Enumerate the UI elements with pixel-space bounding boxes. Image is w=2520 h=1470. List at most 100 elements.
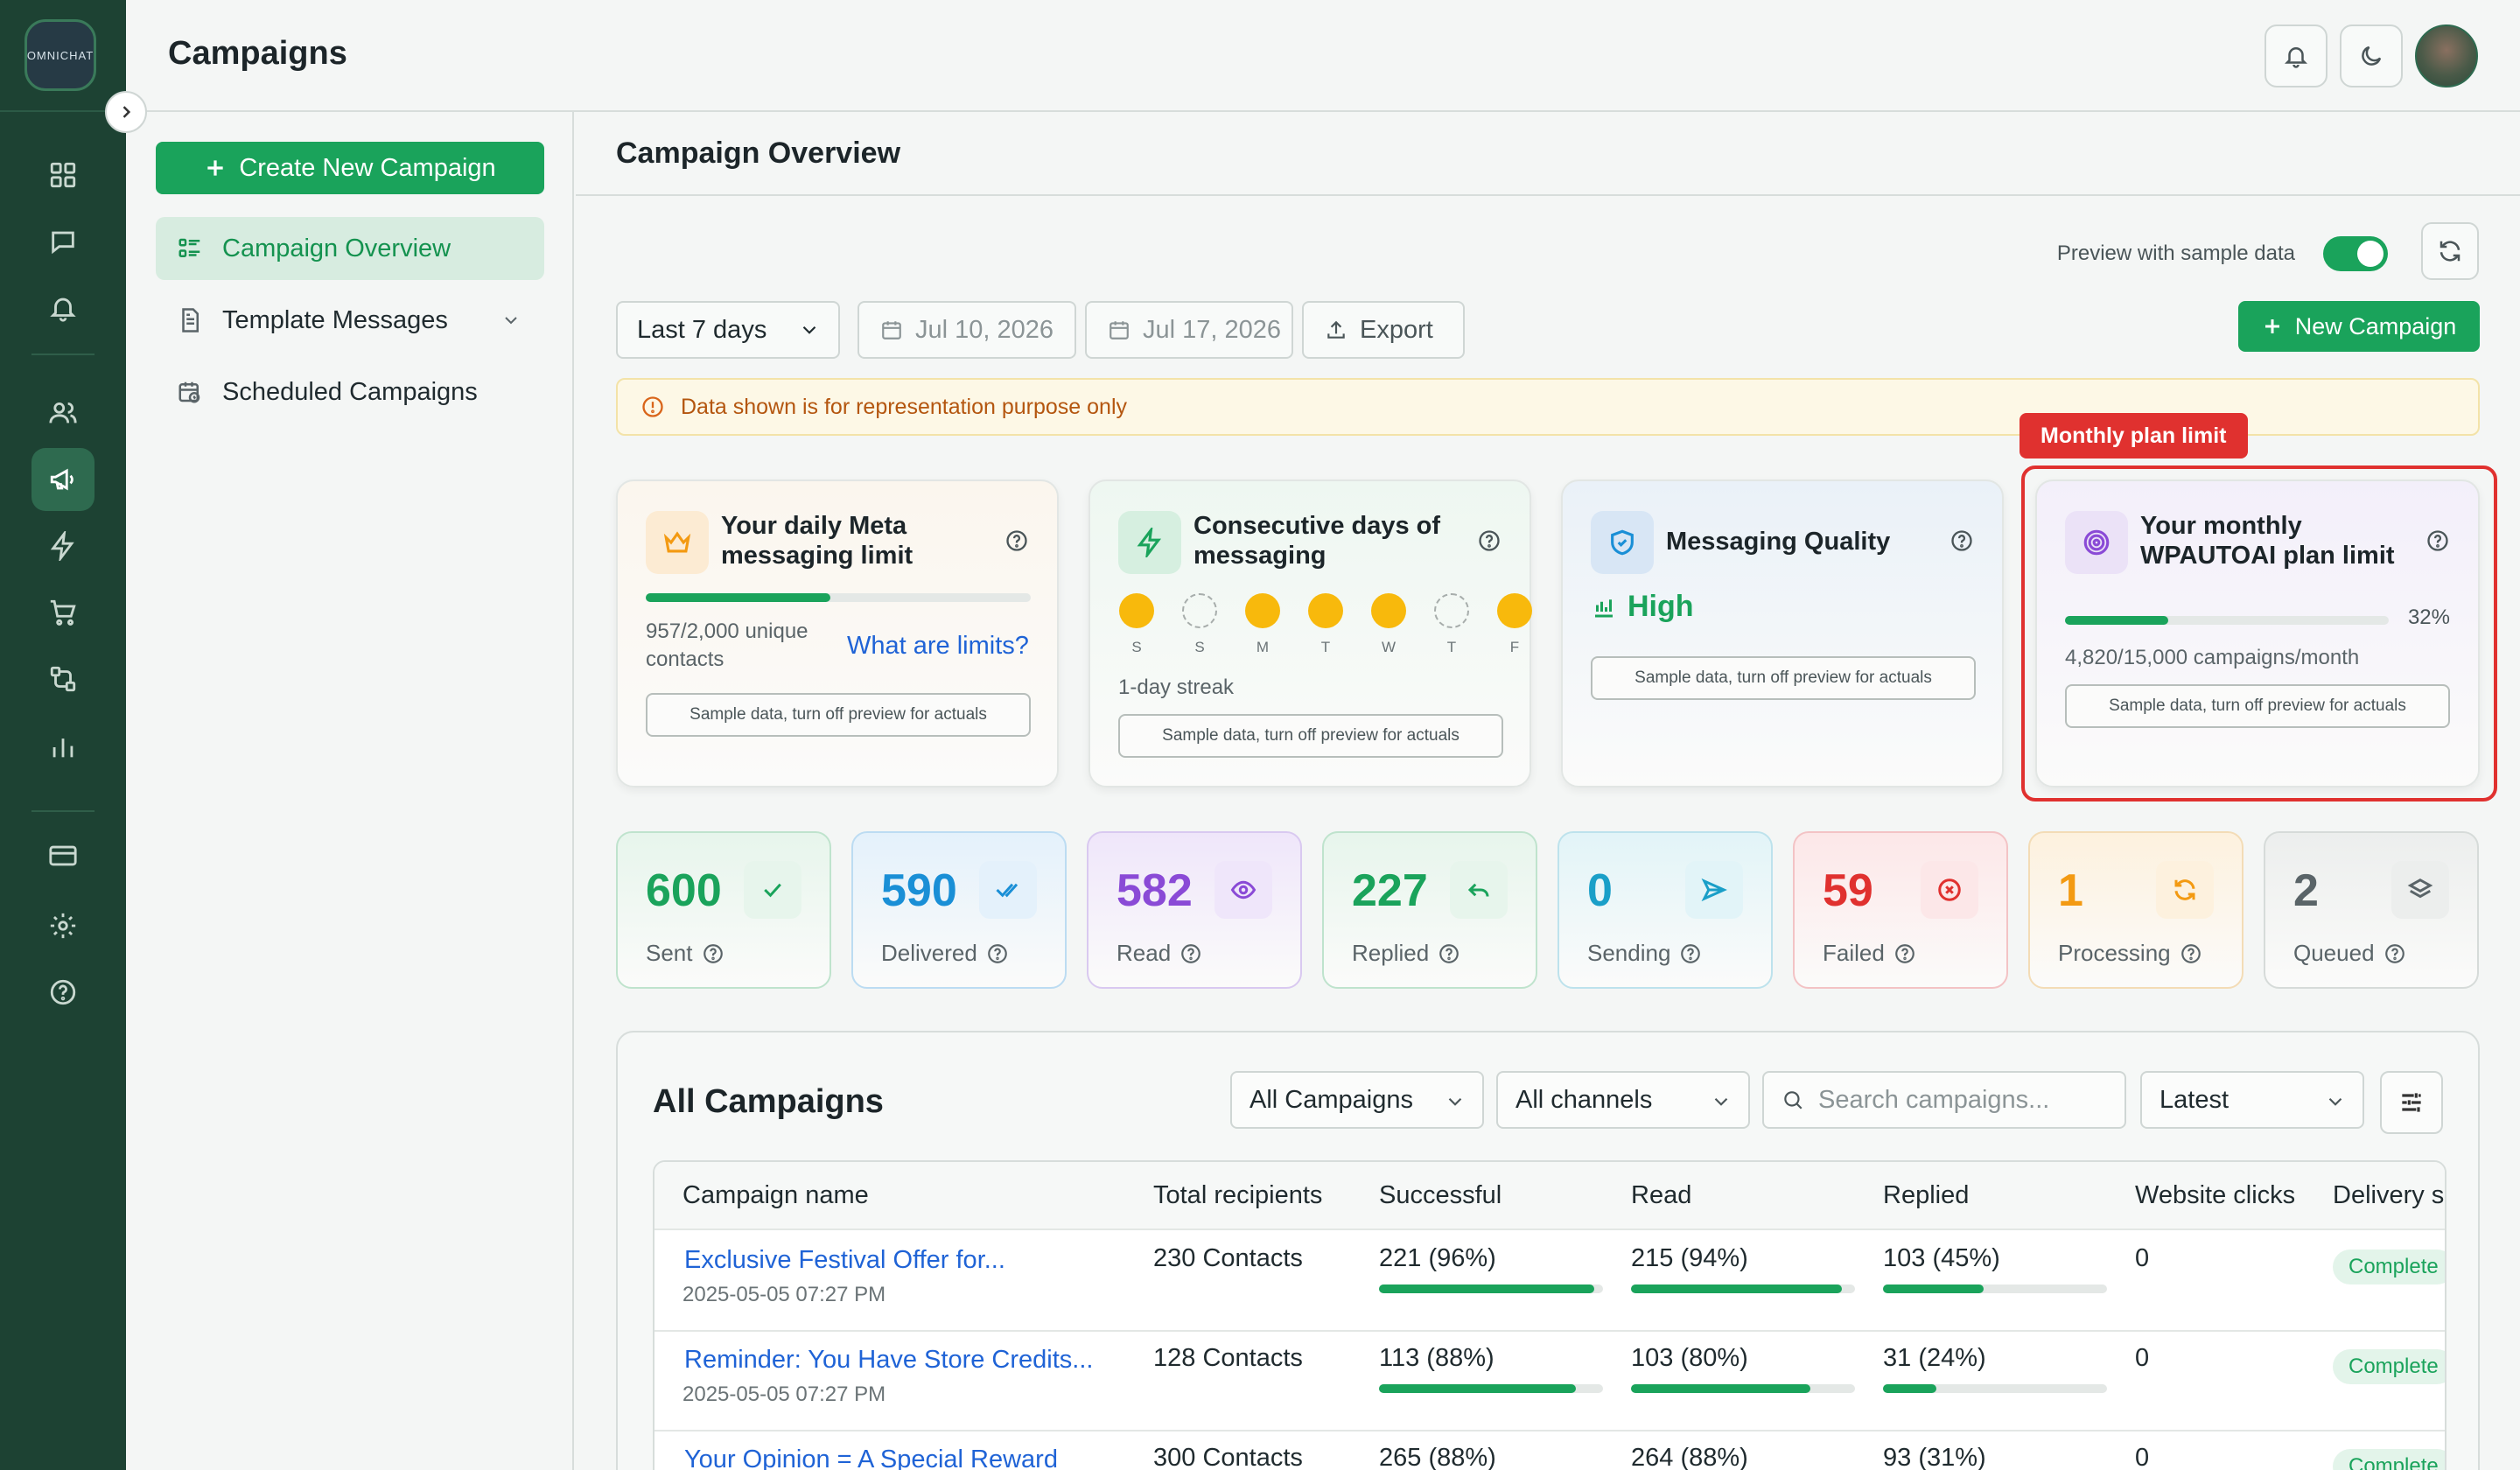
new-campaign-button[interactable]: New Campaign	[2238, 301, 2480, 352]
preview-toggle[interactable]	[2323, 236, 2388, 271]
campaign-type-filter[interactable]: All Campaigns	[1230, 1071, 1484, 1129]
column-header[interactable]: Successful	[1379, 1181, 1502, 1210]
table-row[interactable]: Your Opinion = A Special Reward 300 Conta…	[654, 1432, 2445, 1470]
column-header[interactable]: Total recipients	[1153, 1181, 1322, 1210]
help-circle-icon[interactable]	[1438, 942, 1460, 965]
eye-icon-tile	[1214, 861, 1272, 919]
date-to-field[interactable]: Jul 17, 2026	[1085, 301, 1293, 359]
bolt-icon	[1137, 528, 1162, 557]
column-header[interactable]: Read	[1631, 1181, 1691, 1210]
stat-label: Failed	[1823, 940, 1885, 966]
stat-tile-replied[interactable]: 227 Replied	[1322, 831, 1537, 989]
chat-icon[interactable]	[32, 210, 94, 273]
successful-bar-fill	[1379, 1384, 1577, 1393]
users-icon[interactable]	[32, 382, 94, 444]
bar-chart-icon[interactable]	[32, 716, 94, 779]
campaign-name-link[interactable]: Your Opinion = A Special Reward	[684, 1446, 1058, 1470]
channel-filter[interactable]: All channels	[1496, 1071, 1750, 1129]
avatar[interactable]	[2415, 24, 2478, 88]
notifications-button[interactable]	[2264, 24, 2328, 88]
date-from-field[interactable]: Jul 10, 2026	[858, 301, 1076, 359]
channel-filter-value: All channels	[1516, 1085, 1653, 1114]
sidebar-collapse-button[interactable]	[105, 91, 147, 133]
column-header[interactable]: Replied	[1883, 1181, 1969, 1210]
flow-icon[interactable]	[32, 648, 94, 710]
filter-settings-button[interactable]	[2380, 1071, 2443, 1134]
help-button[interactable]	[1004, 528, 1029, 553]
settings-icon[interactable]	[32, 894, 94, 957]
help-circle-icon[interactable]	[1180, 942, 1202, 965]
column-header[interactable]: Website clicks	[2135, 1181, 2295, 1210]
help-circle-icon[interactable]	[1894, 942, 1916, 965]
replied-cell: 93 (31%)	[1883, 1444, 1986, 1470]
date-range-select[interactable]: Last 7 days	[616, 301, 840, 359]
search-campaigns-input[interactable]: Search campaigns...	[1762, 1071, 2126, 1129]
read-bar	[1631, 1384, 1855, 1393]
refresh-icon	[2174, 879, 2195, 900]
sidebar-item-template-messages[interactable]: Template Messages	[156, 289, 544, 352]
chevron-right-icon	[122, 106, 131, 118]
dashboard-icon[interactable]	[32, 144, 94, 206]
stat-tile-processing[interactable]: 1 Processing	[2028, 831, 2244, 989]
help-circle-icon[interactable]	[702, 942, 724, 965]
stat-tile-sent[interactable]: 600 Sent	[616, 831, 831, 989]
filter-row: Last 7 days Jul 10, 2026 Jul 17, 2026 Ex…	[616, 301, 2480, 359]
column-header[interactable]: Delivery s	[2333, 1181, 2444, 1210]
app-logo[interactable]: OMNICHAT	[24, 19, 96, 91]
help-circle-icon[interactable]	[1679, 942, 1702, 965]
what-are-limits-link[interactable]: What are limits?	[847, 632, 1029, 661]
streak-day-label: M	[1256, 639, 1270, 655]
stat-tile-read[interactable]: 582 Read	[1087, 831, 1302, 989]
help-button[interactable]	[1950, 528, 1974, 553]
page-title: Campaigns	[168, 35, 347, 72]
card-icon[interactable]	[32, 824, 94, 887]
streak-day-label: T	[1446, 639, 1457, 655]
campaign-name-link[interactable]: Exclusive Festival Offer for...	[684, 1246, 1005, 1275]
successful-bar	[1379, 1284, 1603, 1293]
export-button[interactable]: Export	[1302, 301, 1465, 359]
cart-icon[interactable]	[32, 581, 94, 644]
help-circle-icon[interactable]	[986, 942, 1009, 965]
stat-tile-failed[interactable]: 59 Failed	[1793, 831, 2008, 989]
crown-icon	[663, 531, 691, 553]
stat-label: Queued	[2293, 940, 2375, 966]
chevron-down-icon	[1448, 1097, 1462, 1106]
megaphone-icon[interactable]	[32, 448, 94, 511]
campaign-name-link[interactable]: Reminder: You Have Store Credits...	[684, 1346, 1093, 1375]
streak-day: M	[1244, 593, 1281, 656]
refresh-button[interactable]	[2421, 222, 2479, 280]
x-circle-icon-tile	[1921, 861, 1978, 919]
create-new-campaign-button[interactable]: Create New Campaign	[156, 142, 544, 194]
double-check-icon-tile	[979, 861, 1037, 919]
theme-toggle-button[interactable]	[2340, 24, 2403, 88]
quality-value: High	[1628, 590, 1694, 623]
table-header: Campaign name Total recipients Successfu…	[654, 1162, 2445, 1230]
help-circle-icon[interactable]	[2384, 942, 2406, 965]
bolt-icon[interactable]	[32, 514, 94, 578]
sort-select[interactable]: Latest	[2140, 1071, 2364, 1129]
campaign-sidebar: Create New Campaign Campaign Overview Te…	[126, 112, 574, 1470]
streak-day-label: S	[1194, 639, 1205, 655]
help-circle-icon[interactable]	[2180, 942, 2202, 965]
table-row[interactable]: Exclusive Festival Offer for... 2025-05-0…	[654, 1232, 2445, 1332]
check-icon	[764, 883, 781, 898]
bell-icon[interactable]	[32, 276, 94, 340]
sidebar-item-label: Scheduled Campaigns	[222, 377, 478, 406]
recipients-cell: 128 Contacts	[1153, 1344, 1303, 1372]
calendar-clock-icon	[178, 382, 200, 403]
help-icon[interactable]	[32, 961, 94, 1024]
stat-label: Replied	[1352, 940, 1430, 966]
meta-limit-title: Your daily Meta messaging limit	[721, 512, 914, 570]
table-row[interactable]: Reminder: You Have Store Credits... 2025-…	[654, 1332, 2445, 1432]
website-clicks-cell: 0	[2135, 1244, 2150, 1272]
streak-dot-active	[1245, 593, 1280, 628]
date-to-value: Jul 17, 2026	[1143, 315, 1282, 344]
help-button[interactable]	[1477, 528, 1502, 553]
stat-tile-queued[interactable]: 2 Queued	[2264, 831, 2479, 989]
read-bar-fill	[1631, 1384, 1810, 1393]
column-header[interactable]: Campaign name	[682, 1181, 869, 1210]
stat-tile-delivered[interactable]: 590 Delivered	[851, 831, 1067, 989]
sidebar-item-campaign-overview[interactable]: Campaign Overview	[156, 217, 544, 280]
sidebar-item-scheduled-campaigns[interactable]: Scheduled Campaigns	[156, 360, 544, 424]
stat-tile-sending[interactable]: 0 Sending	[1558, 831, 1773, 989]
